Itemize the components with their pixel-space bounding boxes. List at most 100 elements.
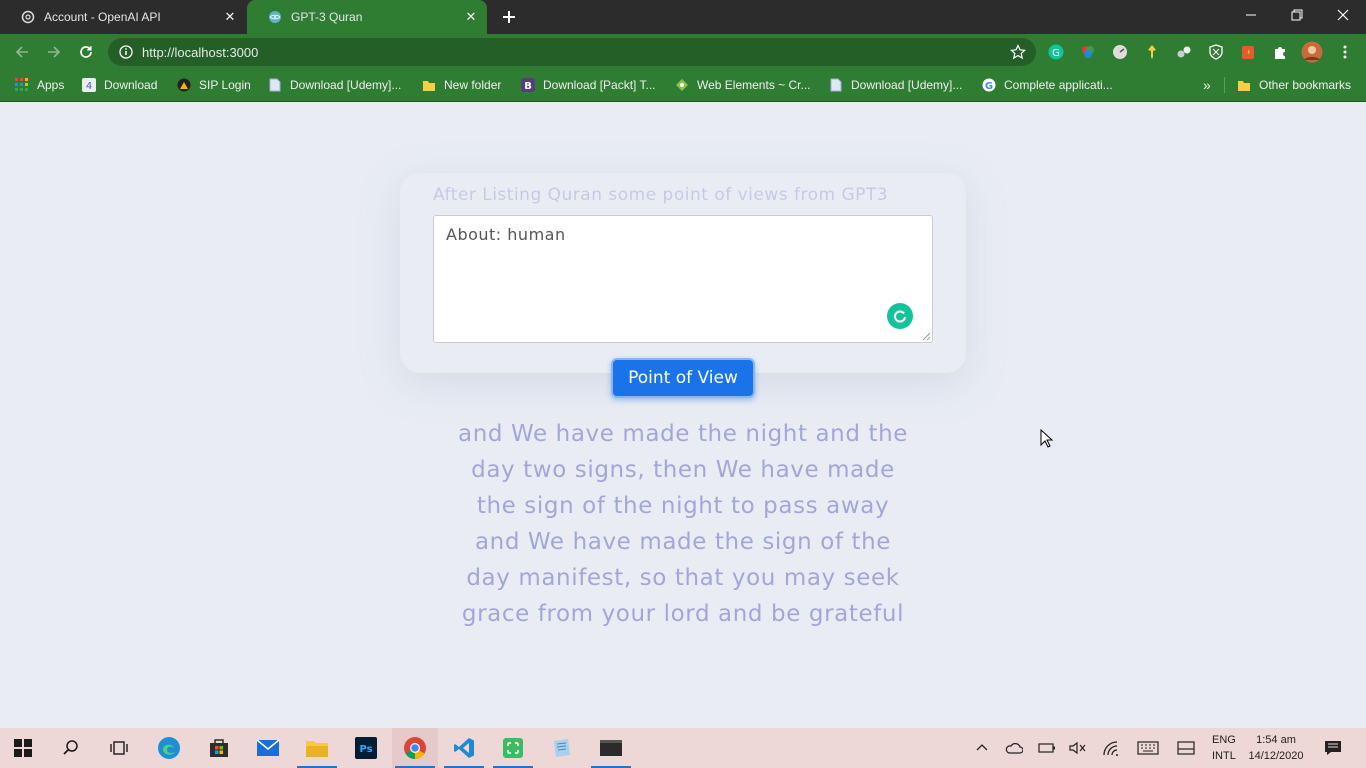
- search-icon[interactable]: [48, 728, 94, 768]
- bookmark-label: Other bookmarks: [1259, 78, 1352, 92]
- bookmark-sip-login[interactable]: SIP Login: [176, 70, 251, 100]
- openai-icon: [20, 9, 36, 25]
- fire-extension-icon[interactable]: [1239, 43, 1257, 61]
- photoshop-icon[interactable]: Ps: [343, 728, 389, 768]
- address-bar[interactable]: http://localhost:3000: [108, 38, 1036, 66]
- profile-avatar[interactable]: [1301, 41, 1323, 63]
- pin-extension-icon[interactable]: [1143, 43, 1161, 61]
- new-tab-button[interactable]: [498, 6, 520, 28]
- edge-icon[interactable]: [146, 728, 192, 768]
- vscode-icon[interactable]: [441, 728, 487, 768]
- dots-extension-icon[interactable]: [1175, 43, 1193, 61]
- answer-text: and We have made the night and the day t…: [458, 421, 908, 627]
- svg-text:G: G: [985, 81, 993, 92]
- bookmark-apps[interactable]: Apps: [14, 70, 64, 100]
- page-icon: [828, 77, 844, 93]
- forward-button[interactable]: [40, 38, 68, 66]
- restore-button[interactable]: [1274, 0, 1320, 30]
- bookmark-star-icon[interactable]: [1010, 44, 1026, 60]
- tablet-mode-icon[interactable]: [1176, 738, 1196, 758]
- folder-icon: [1236, 77, 1252, 93]
- shield-extension-icon[interactable]: [1207, 43, 1225, 61]
- svg-text:4: 4: [86, 81, 92, 92]
- bookmarks-divider: [1224, 77, 1225, 93]
- bookmark-label: Apps: [37, 78, 65, 92]
- chrome-icon[interactable]: [392, 728, 438, 768]
- bookmark-download-udemy-2[interactable]: Download [Udemy]...: [828, 70, 962, 100]
- windows-taskbar: Ps ENG INTL 1:54 am 14/12/2020: [0, 728, 1366, 768]
- show-hidden-icons-icon[interactable]: [972, 738, 992, 758]
- task-view-icon[interactable]: [96, 728, 142, 768]
- bookmark-other-bookmarks[interactable]: Other bookmarks: [1236, 70, 1351, 100]
- language-code: ENG: [1212, 734, 1236, 746]
- bookmark-download-udemy-1[interactable]: Download [Udemy]...: [267, 70, 401, 100]
- point-of-view-button[interactable]: Point of View: [611, 358, 755, 398]
- prompt-textarea[interactable]: [433, 215, 933, 343]
- react-icon: [267, 9, 283, 25]
- tab-title: GPT-3 Quran: [291, 10, 363, 24]
- web-elements-icon: [674, 77, 690, 93]
- clock-time: 1:54 am: [1256, 734, 1296, 746]
- bookmark-label: Complete applicati...: [1004, 78, 1113, 92]
- folder-icon: [421, 77, 437, 93]
- bookmark-download[interactable]: 4 Download: [81, 70, 157, 100]
- bookmark-label: New folder: [444, 78, 502, 92]
- volume-muted-icon[interactable]: [1068, 738, 1088, 758]
- bookmarks-bar: Apps 4 Download SIP Login Download [Udem…: [0, 70, 1366, 102]
- bookmark-label: Download [Udemy]...: [290, 78, 402, 92]
- tab-title: Account - OpenAI API: [44, 10, 161, 24]
- colorful-extension-icon[interactable]: [1079, 43, 1097, 61]
- bookmarks-overflow-button[interactable]: »: [1203, 70, 1211, 100]
- back-button[interactable]: [8, 38, 36, 66]
- browser-titlebar: Account - OpenAI API ✕ GPT-3 Quran ✕: [0, 0, 1366, 34]
- notepad-icon[interactable]: [539, 728, 585, 768]
- bookmark-label: Web Elements ~ Cr...: [697, 78, 811, 92]
- svg-text:G: G: [1052, 48, 1060, 59]
- speed-extension-icon[interactable]: [1111, 43, 1129, 61]
- google-icon: G: [981, 77, 997, 93]
- battery-icon[interactable]: [1037, 738, 1057, 758]
- reload-button[interactable]: [72, 38, 100, 66]
- bookmark-web-elements[interactable]: Web Elements ~ Cr...: [674, 70, 811, 100]
- language-layout: INTL: [1212, 750, 1236, 762]
- minimize-button[interactable]: [1228, 0, 1274, 30]
- url-text: http://localhost:3000: [142, 45, 259, 60]
- mouse-cursor-icon: [1040, 429, 1054, 448]
- page-icon: [267, 77, 283, 93]
- network-icon[interactable]: [1101, 738, 1121, 758]
- bookmark-complete-application[interactable]: G Complete applicati...: [981, 70, 1113, 100]
- clock-date: 14/12/2020: [1248, 750, 1304, 762]
- clock[interactable]: 1:54 am 14/12/2020: [1248, 732, 1304, 764]
- close-window-button[interactable]: [1320, 0, 1366, 30]
- resize-handle-icon[interactable]: [922, 332, 931, 341]
- bookmark-download-packt[interactable]: B Download [Packt] T...: [520, 70, 656, 100]
- site-info-icon[interactable]: [118, 44, 134, 60]
- mail-icon[interactable]: [245, 728, 291, 768]
- grammarly-icon[interactable]: [887, 303, 913, 329]
- tab-openai-account[interactable]: Account - OpenAI API ✕: [0, 0, 246, 34]
- svg-text:Ps: Ps: [359, 744, 372, 755]
- terminal-icon[interactable]: [588, 728, 634, 768]
- tab-gpt3-quran[interactable]: GPT-3 Quran ✕: [247, 0, 487, 34]
- microsoft-store-icon[interactable]: [196, 728, 242, 768]
- more-menu-icon[interactable]: [1336, 43, 1354, 61]
- bookmark-label: Download [Packt] T...: [543, 78, 656, 92]
- browser-toolbar: http://localhost:3000: [0, 34, 1366, 70]
- keyboard-icon[interactable]: [1136, 738, 1160, 758]
- start-button[interactable]: [0, 728, 46, 768]
- close-tab-icon[interactable]: ✕: [463, 9, 479, 25]
- bookmark-label: SIP Login: [199, 78, 251, 92]
- bookmark-label: Download: [104, 78, 158, 92]
- puzzle-extensions-icon[interactable]: [1271, 43, 1289, 61]
- page-content: After Listing Quran some point of views …: [0, 103, 1366, 728]
- bookmark-label: Download [Udemy]...: [851, 78, 963, 92]
- notifications-icon[interactable]: [1323, 738, 1343, 758]
- onedrive-icon[interactable]: [1004, 738, 1024, 758]
- screen-capture-icon[interactable]: [490, 728, 536, 768]
- file-explorer-icon[interactable]: [294, 728, 340, 768]
- bookmark-new-folder[interactable]: New folder: [421, 70, 501, 100]
- bootstrap-icon: B: [520, 77, 536, 93]
- close-tab-icon[interactable]: ✕: [222, 9, 238, 25]
- language-indicator[interactable]: ENG INTL: [1212, 732, 1236, 764]
- grammarly-extension-icon[interactable]: G: [1047, 43, 1065, 61]
